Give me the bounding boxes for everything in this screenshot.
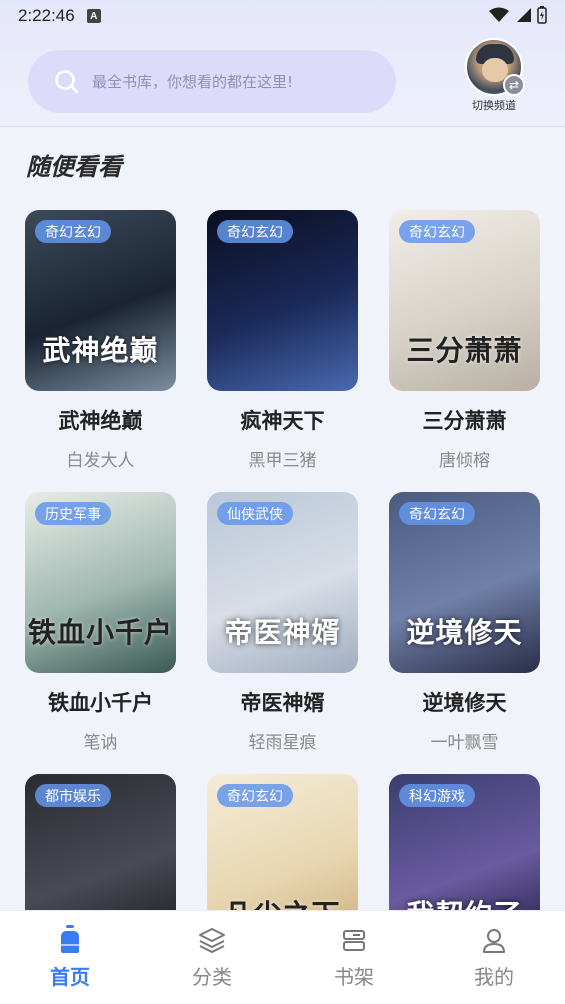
- book-card[interactable]: 历史军事 铁血小千户 铁血小千户 笔讷: [25, 492, 176, 753]
- book-title: 逆境修天: [422, 691, 507, 715]
- book-title: 三分萧萧: [422, 409, 507, 433]
- nav-category-label: 分类: [192, 965, 232, 989]
- nav-profile-label: 我的: [474, 965, 514, 989]
- genre-tag: 奇幻玄幻: [217, 220, 293, 243]
- cover-title-art: 逆境修天: [406, 616, 523, 649]
- book-author: 笔讷: [83, 733, 118, 753]
- book-title: 疯神天下: [240, 409, 325, 433]
- genre-tag: 奇幻玄幻: [35, 220, 111, 243]
- book-cover[interactable]: 奇幻玄幻三分萧萧: [389, 210, 540, 391]
- bottom-nav: 首页 分类 书架 我的: [0, 910, 565, 1004]
- book-cover[interactable]: 奇幻玄幻武神绝巅: [25, 210, 176, 391]
- nav-home[interactable]: 首页: [20, 925, 120, 990]
- book-grid: 奇幻玄幻 武神绝巅 武神绝巅 白发大人 奇幻玄幻 疯神天下 黑甲三猪 奇幻玄幻 三分萧萧 三分萧萧…: [0, 0, 565, 1004]
- bookshelf-icon: [340, 925, 368, 955]
- cover-title-art: 武神绝巅: [42, 334, 159, 367]
- cover-title-art: 铁血小千户: [27, 616, 173, 649]
- book-card[interactable]: 奇幻玄幻 武神绝巅 武神绝巅 白发大人: [25, 210, 176, 471]
- book-card[interactable]: 奇幻玄幻疯神天下黑甲三猪: [207, 210, 358, 471]
- genre-tag: 科幻游戏: [399, 784, 475, 807]
- genre-tag: 奇幻玄幻: [399, 502, 475, 525]
- book-author: 轻雨星痕: [248, 733, 317, 753]
- layers-icon: [198, 925, 226, 955]
- book-cover[interactable]: 历史军事铁血小千户: [25, 492, 176, 673]
- book-cover[interactable]: 奇幻玄幻逆境修天: [389, 492, 540, 673]
- nav-bookshelf-label: 书架: [334, 965, 374, 989]
- book-card[interactable]: 仙侠武侠 帝医神婿 帝医神婿 轻雨星痕: [207, 492, 358, 753]
- genre-tag: 历史军事: [35, 502, 111, 525]
- genre-tag: 仙侠武侠: [217, 502, 293, 525]
- user-icon: [480, 925, 508, 955]
- book-card[interactable]: 奇幻玄幻 三分萧萧 三分萧萧 唐倾榕: [389, 210, 540, 471]
- book-cover[interactable]: 奇幻玄幻: [207, 210, 358, 391]
- book-title: 帝医神婿: [240, 691, 325, 715]
- book-title: 武神绝巅: [58, 409, 143, 433]
- nav-profile[interactable]: 我的: [444, 925, 544, 990]
- nav-home-label: 首页: [50, 965, 90, 989]
- genre-tag: 都市娱乐: [35, 784, 111, 807]
- book-title: 铁血小千户: [48, 691, 153, 715]
- genre-tag: 奇幻玄幻: [217, 784, 293, 807]
- cover-title-art: 三分萧萧: [406, 334, 523, 367]
- book-card[interactable]: 奇幻玄幻 逆境修天 逆境修天 一叶飘雪: [389, 492, 540, 753]
- book-author: 白发大人: [66, 451, 135, 471]
- book-author: 一叶飘雪: [430, 733, 499, 753]
- book-author: 黑甲三猪: [248, 451, 317, 471]
- genre-tag: 奇幻玄幻: [399, 220, 475, 243]
- home-icon: [56, 925, 84, 955]
- book-cover[interactable]: 仙侠武侠帝医神婿: [207, 492, 358, 673]
- book-author: 唐倾榕: [439, 451, 490, 471]
- nav-bookshelf[interactable]: 书架: [304, 925, 404, 990]
- cover-title-art: 帝医神婿: [224, 616, 341, 649]
- nav-category[interactable]: 分类: [162, 925, 262, 990]
